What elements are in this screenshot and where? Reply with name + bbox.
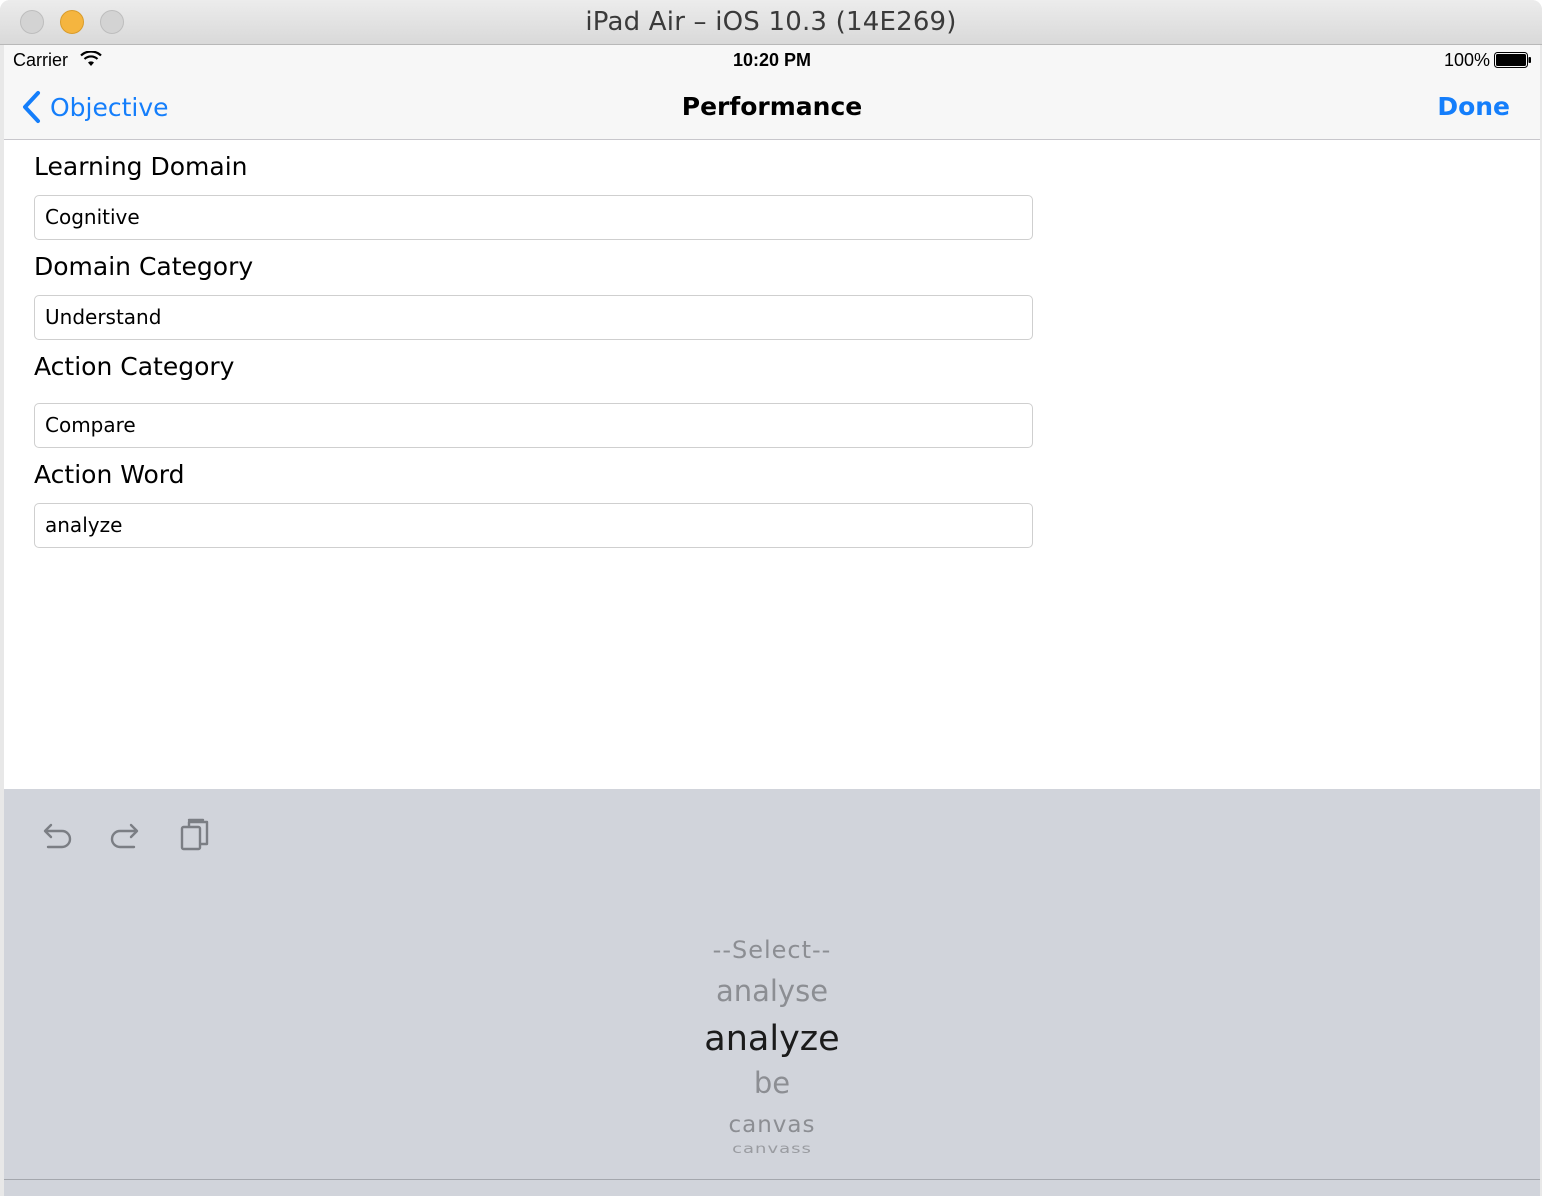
simulator-window: iPad Air – iOS 10.3 (14E269) Carrier 10:…: [0, 0, 1542, 1196]
picker-item[interactable]: be: [4, 1066, 1540, 1100]
page-title: Performance: [681, 92, 863, 121]
action-word-picker[interactable]: --Select-- analyse analyze be canvas can…: [4, 909, 1540, 1196]
picker-item[interactable]: analyse: [4, 974, 1540, 1008]
learning-domain-label: Learning Domain: [34, 152, 248, 181]
paste-icon[interactable]: [178, 817, 214, 853]
picker-item[interactable]: --Select--: [4, 936, 1540, 964]
battery-percentage: 100%: [1443, 50, 1490, 70]
picker-item[interactable]: canvas: [4, 1112, 1540, 1138]
status-bar: Carrier 10:20 PM 100%: [4, 45, 1540, 75]
picker-item-selected[interactable]: analyze: [4, 1019, 1540, 1059]
window-titlebar: iPad Air – iOS 10.3 (14E269): [0, 0, 1542, 45]
action-word-field[interactable]: analyze: [34, 503, 1033, 548]
action-category-field[interactable]: Compare: [34, 403, 1033, 448]
redo-icon[interactable]: [108, 817, 144, 853]
status-time: 10:20 PM: [732, 50, 812, 70]
domain-category-label: Domain Category: [34, 252, 254, 281]
window-title: iPad Air – iOS 10.3 (14E269): [585, 7, 957, 37]
learning-domain-field[interactable]: Cognitive: [34, 195, 1033, 240]
done-button[interactable]: Done: [1437, 92, 1510, 121]
picker-input-view: --Select-- analyse analyze be canvas can…: [4, 789, 1540, 1196]
picker-item[interactable]: canvass: [4, 1144, 1540, 1155]
battery-icon: [1494, 52, 1531, 68]
action-word-label: Action Word: [34, 460, 185, 489]
undo-icon[interactable]: [38, 817, 74, 853]
action-category-label: Action Category: [34, 352, 235, 381]
navigation-bar: Objective Performance Done: [4, 75, 1540, 140]
picker-selection-divider: [4, 1179, 1540, 1180]
domain-category-field[interactable]: Understand: [34, 295, 1033, 340]
device-screen: Carrier 10:20 PM 100% Objective Performa…: [4, 45, 1540, 1196]
